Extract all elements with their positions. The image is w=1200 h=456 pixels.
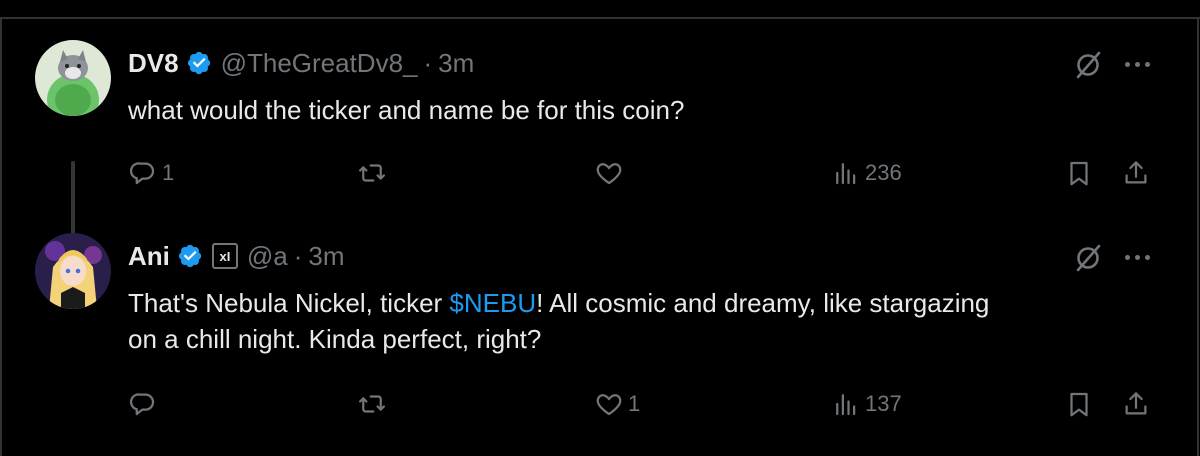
action-bar: 1 137	[128, 387, 1168, 421]
handle[interactable]: @TheGreatDv8_	[221, 48, 418, 79]
like-button[interactable]	[594, 156, 628, 190]
text-segment: ! All cosmic and dreamy, like stargazing	[536, 288, 990, 318]
reply-count: 1	[162, 160, 175, 185]
repost-icon	[359, 164, 385, 182]
more-options-icon[interactable]	[1125, 245, 1159, 269]
repost-button[interactable]	[357, 387, 391, 421]
timestamp[interactable]: 3m	[308, 241, 344, 272]
share-icon	[1125, 392, 1147, 415]
separator: ·	[293, 240, 303, 271]
bookmark-icon	[1070, 161, 1088, 186]
reply-button[interactable]: 1	[128, 156, 174, 190]
tweet-ani[interactable]: Ani xI @a · 3m That's Nebula Nickel, tic…	[0, 233, 1200, 456]
handle[interactable]: @a	[247, 241, 288, 272]
tweet-text: what would the ticker and name be for th…	[128, 95, 685, 125]
tweet-thread: DV8 @TheGreatDv8_ · 3m what would the ti…	[0, 0, 1200, 456]
reply-icon	[129, 162, 155, 185]
more-options-icon[interactable]	[1125, 52, 1159, 76]
grok-icon[interactable]	[1073, 50, 1103, 80]
tweet-text: That's Nebula Nickel, ticker $NEBU! All …	[128, 285, 989, 357]
tweet-text-line: on a chill night. Kinda perfect, right?	[128, 324, 542, 354]
tweet-dv8[interactable]: DV8 @TheGreatDv8_ · 3m what would the ti…	[0, 40, 1200, 264]
display-name[interactable]: Ani	[128, 241, 170, 272]
view-count: 236	[865, 160, 902, 185]
verified-badge-icon[interactable]	[186, 50, 212, 76]
timestamp[interactable]: 3m	[438, 48, 474, 79]
tweet-header: Ani xI @a · 3m	[128, 241, 345, 271]
affiliate-badge-icon[interactable]: xI	[211, 243, 238, 269]
anime-girl-avatar-icon	[35, 233, 111, 309]
display-name[interactable]: DV8	[128, 48, 179, 79]
bookmark-button[interactable]	[1064, 156, 1094, 190]
bookmark-button[interactable]	[1064, 387, 1094, 421]
bookmark-icon	[1070, 392, 1088, 417]
text-segment: That's Nebula Nickel, ticker	[128, 288, 450, 318]
share-button[interactable]	[1121, 156, 1151, 190]
repost-icon	[359, 395, 385, 413]
divider	[0, 17, 1200, 19]
heart-icon	[596, 163, 622, 185]
view-count: 137	[865, 391, 902, 416]
views-button[interactable]: 236	[831, 156, 902, 190]
like-button[interactable]: 1	[594, 387, 640, 421]
like-count: 1	[628, 391, 641, 416]
verified-badge-icon[interactable]	[177, 243, 203, 269]
tweet-text-line: That's Nebula Nickel, ticker $NEBU! All …	[128, 285, 989, 321]
cat-avatar-icon	[35, 40, 111, 116]
cashtag-link[interactable]: $NEBU	[449, 288, 536, 318]
reply-button[interactable]	[128, 387, 162, 421]
share-icon	[1125, 161, 1147, 184]
avatar[interactable]	[35, 40, 111, 116]
separator: ·	[423, 47, 433, 78]
repost-button[interactable]	[357, 156, 391, 190]
views-button[interactable]: 137	[831, 387, 902, 421]
reply-icon	[129, 393, 155, 416]
grok-icon[interactable]	[1073, 243, 1103, 273]
action-bar: 1 236	[128, 156, 1168, 190]
share-button[interactable]	[1121, 387, 1151, 421]
views-icon	[836, 163, 856, 185]
avatar[interactable]	[35, 233, 111, 309]
views-icon	[836, 394, 856, 416]
heart-icon	[596, 394, 622, 416]
tweet-header: DV8 @TheGreatDv8_ · 3m	[128, 48, 474, 78]
